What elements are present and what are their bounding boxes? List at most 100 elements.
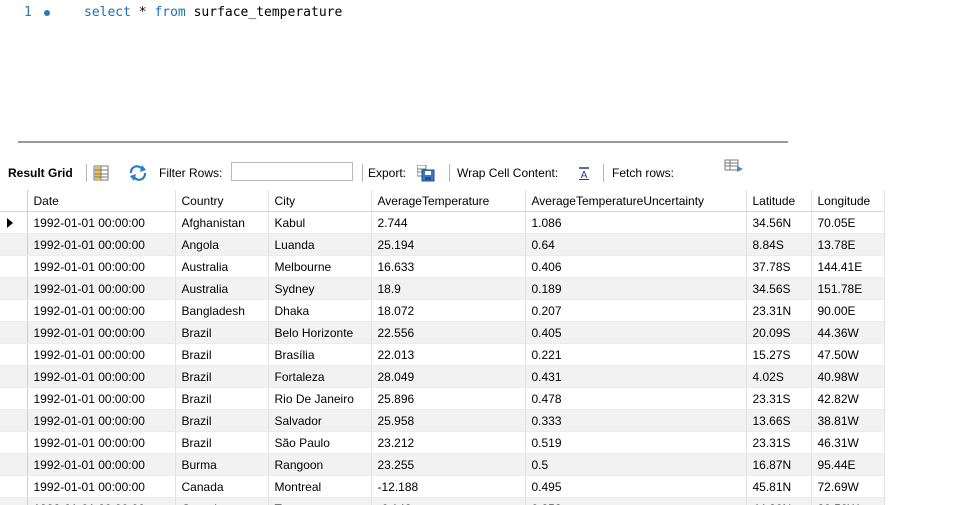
table-cell[interactable]: 1992-01-01 00:00:00 xyxy=(27,409,176,432)
table-cell[interactable]: Fortaleza xyxy=(268,365,372,388)
table-cell[interactable]: 23.31N xyxy=(746,299,812,322)
result-grid-tab[interactable]: Result Grid xyxy=(8,160,73,186)
table-cell[interactable]: 46.31W xyxy=(811,431,885,454)
row-indicator[interactable] xyxy=(0,255,28,278)
row-indicator[interactable] xyxy=(0,211,28,234)
table-cell[interactable]: Toronto xyxy=(268,497,372,505)
table-cell[interactable]: 1992-01-01 00:00:00 xyxy=(27,497,176,505)
sql-statement[interactable]: select * from surface_temperature xyxy=(84,5,342,20)
table-cell[interactable]: 40.98W xyxy=(811,365,885,388)
table-cell[interactable]: 34.56S xyxy=(746,277,812,300)
table-cell[interactable]: 0.478 xyxy=(525,387,747,410)
table-cell[interactable]: Canada xyxy=(175,497,269,505)
table-cell[interactable]: Brazil xyxy=(175,409,269,432)
table-cell[interactable]: 1992-01-01 00:00:00 xyxy=(27,321,176,344)
column-header[interactable]: Latitude xyxy=(746,190,812,212)
table-row[interactable]: 1992-01-01 00:00:00 Brazil Brasília 22.013 0… xyxy=(0,343,885,366)
table-cell[interactable]: Kabul xyxy=(268,211,372,234)
table-row[interactable]: 1992-01-01 00:00:00 Brazil Rio De Janeiro 2… xyxy=(0,387,885,410)
table-row[interactable]: 1992-01-01 00:00:00 Brazil Fortaleza 28.049… xyxy=(0,365,885,388)
table-cell[interactable]: 20.09S xyxy=(746,321,812,344)
table-cell[interactable]: Brasília xyxy=(268,343,372,366)
table-cell[interactable]: 23.212 xyxy=(371,431,526,454)
table-row[interactable]: 1992-01-01 00:00:00CanadaToronto-6.1480.… xyxy=(0,497,885,505)
table-cell[interactable]: -6.148 xyxy=(371,497,526,505)
table-cell[interactable]: 90.00E xyxy=(811,299,885,322)
table-cell[interactable]: 44.36W xyxy=(811,321,885,344)
table-cell[interactable]: 23.255 xyxy=(371,453,526,476)
column-header[interactable]: AverageTemperature xyxy=(371,190,526,212)
table-row[interactable]: 1992-01-01 00:00:00 Bangladesh Dhaka 18.072… xyxy=(0,299,885,322)
filter-rows-input[interactable] xyxy=(231,162,353,181)
table-row[interactable]: 1992-01-01 00:00:00 Burma Rangoon 23.255 0.5… xyxy=(0,453,885,476)
grid-layout-icon[interactable] xyxy=(93,160,109,186)
row-indicator[interactable] xyxy=(0,365,28,388)
table-cell[interactable]: 144.41E xyxy=(811,255,885,278)
table-row[interactable]: 1992-01-01 00:00:00 Brazil Belo Horizonte 2… xyxy=(0,321,885,344)
column-header[interactable]: City xyxy=(268,190,372,212)
row-indicator[interactable] xyxy=(0,233,28,256)
table-cell[interactable]: 0.519 xyxy=(525,431,747,454)
table-cell[interactable]: 80.50W xyxy=(811,497,885,505)
table-cell[interactable]: 1992-01-01 00:00:00 xyxy=(27,343,176,366)
table-cell[interactable]: 28.049 xyxy=(371,365,526,388)
row-indicator[interactable] xyxy=(0,409,28,432)
table-cell[interactable]: Brazil xyxy=(175,365,269,388)
table-cell[interactable]: 25.194 xyxy=(371,233,526,256)
table-cell[interactable]: Belo Horizonte xyxy=(268,321,372,344)
table-cell[interactable]: 13.66S xyxy=(746,409,812,432)
table-row[interactable]: 1992-01-01 00:00:00 Afghanistan Kabul 2.744… xyxy=(0,211,885,234)
table-row[interactable]: 1992-01-01 00:00:00 Australia Melbourne 16.… xyxy=(0,255,885,278)
table-cell[interactable]: 0.207 xyxy=(525,299,747,322)
column-header[interactable]: Longitude xyxy=(811,190,885,212)
table-cell[interactable]: 0.5 xyxy=(525,453,747,476)
table-cell[interactable]: Angola xyxy=(175,233,269,256)
table-cell[interactable]: 42.82W xyxy=(811,387,885,410)
table-cell[interactable]: 1992-01-01 00:00:00 xyxy=(27,211,176,234)
table-cell[interactable]: 16.633 xyxy=(371,255,526,278)
table-cell[interactable]: 2.744 xyxy=(371,211,526,234)
table-cell[interactable]: 22.013 xyxy=(371,343,526,366)
table-cell[interactable]: Melbourne xyxy=(268,255,372,278)
table-cell[interactable]: Rio De Janeiro xyxy=(268,387,372,410)
table-cell[interactable]: 25.958 xyxy=(371,409,526,432)
table-cell[interactable]: 0.221 xyxy=(525,343,747,366)
table-cell[interactable]: 4.02S xyxy=(746,365,812,388)
table-cell[interactable]: 47.50W xyxy=(811,343,885,366)
table-cell[interactable]: 1992-01-01 00:00:00 xyxy=(27,365,176,388)
row-indicator[interactable] xyxy=(0,321,28,344)
table-cell[interactable]: 1992-01-01 00:00:00 xyxy=(27,475,176,498)
row-indicator[interactable] xyxy=(0,497,28,505)
table-cell[interactable]: 25.896 xyxy=(371,387,526,410)
table-cell[interactable]: 0.258 xyxy=(525,497,747,505)
table-cell[interactable]: 23.31S xyxy=(746,431,812,454)
table-cell[interactable]: Australia xyxy=(175,277,269,300)
table-cell[interactable]: 0.64 xyxy=(525,233,747,256)
table-cell[interactable]: Canada xyxy=(175,475,269,498)
table-cell[interactable]: 1992-01-01 00:00:00 xyxy=(27,453,176,476)
table-cell[interactable]: 70.05E xyxy=(811,211,885,234)
row-indicator[interactable] xyxy=(0,453,28,476)
row-indicator[interactable] xyxy=(0,277,28,300)
table-cell[interactable]: 0.333 xyxy=(525,409,747,432)
refresh-icon[interactable] xyxy=(128,160,148,186)
table-cell[interactable]: 1992-01-01 00:00:00 xyxy=(27,233,176,256)
table-row[interactable]: 1992-01-01 00:00:00 Australia Sydney 18.9 0.… xyxy=(0,277,885,300)
result-grid[interactable]: Date Country City AverageTemperature Average… xyxy=(0,190,960,505)
table-cell[interactable]: Australia xyxy=(175,255,269,278)
table-cell[interactable]: 1992-01-01 00:00:00 xyxy=(27,387,176,410)
table-cell[interactable]: 23.31S xyxy=(746,387,812,410)
table-cell[interactable]: 44.20N xyxy=(746,497,812,505)
row-indicator[interactable] xyxy=(0,475,28,498)
save-disk-icon[interactable] xyxy=(417,160,435,186)
table-cell[interactable]: Bangladesh xyxy=(175,299,269,322)
wrap-text-icon[interactable]: A xyxy=(576,160,592,186)
table-cell[interactable]: Sydney xyxy=(268,277,372,300)
table-cell[interactable]: Rangoon xyxy=(268,453,372,476)
sql-editor[interactable]: 1 select * from surface_temperature xyxy=(0,0,960,132)
table-cell[interactable]: Burma xyxy=(175,453,269,476)
table-row[interactable]: 1992-01-01 00:00:00 Brazil São Paulo 23.212… xyxy=(0,431,885,454)
table-cell[interactable]: Brazil xyxy=(175,321,269,344)
editor-splitter[interactable] xyxy=(18,141,788,143)
table-cell[interactable]: 18.9 xyxy=(371,277,526,300)
